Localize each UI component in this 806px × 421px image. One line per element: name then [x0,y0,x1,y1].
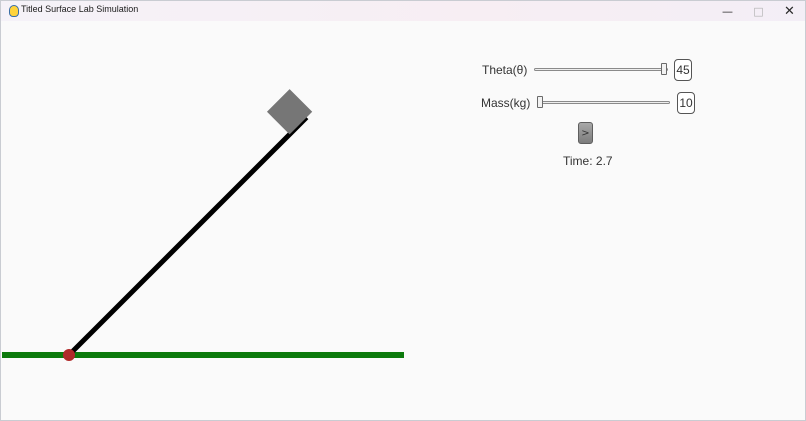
python-app-icon [9,5,19,17]
simulation-canvas: Theta(θ) 45 Mass(kg) 10 > Time: 2.7 [2,21,806,421]
maximize-button[interactable]: □ [743,1,774,21]
mass-label: Mass(kg) [481,96,531,110]
mass-slider[interactable] [537,101,670,104]
pivot-point [63,349,75,361]
incline-plane [67,115,309,357]
theta-slider-thumb[interactable] [661,63,667,75]
theta-slider[interactable] [534,68,668,71]
close-button[interactable]: ✕ [774,1,805,21]
play-button[interactable]: > [578,122,593,144]
minimize-button[interactable]: — [712,1,743,21]
window-title: Titled Surface Lab Simulation [21,4,139,14]
app-window: Titled Surface Lab Simulation — □ ✕ Thet… [0,0,806,421]
mass-value: 10 [677,92,695,114]
sliding-block [266,89,313,135]
title-bar[interactable]: Titled Surface Lab Simulation — □ ✕ [1,1,805,21]
time-readout: Time: 2.7 [563,154,613,168]
theta-value: 45 [674,59,692,81]
theta-label: Theta(θ) [482,63,528,77]
simulation-scene [2,89,404,361]
mass-slider-thumb[interactable] [537,96,543,108]
